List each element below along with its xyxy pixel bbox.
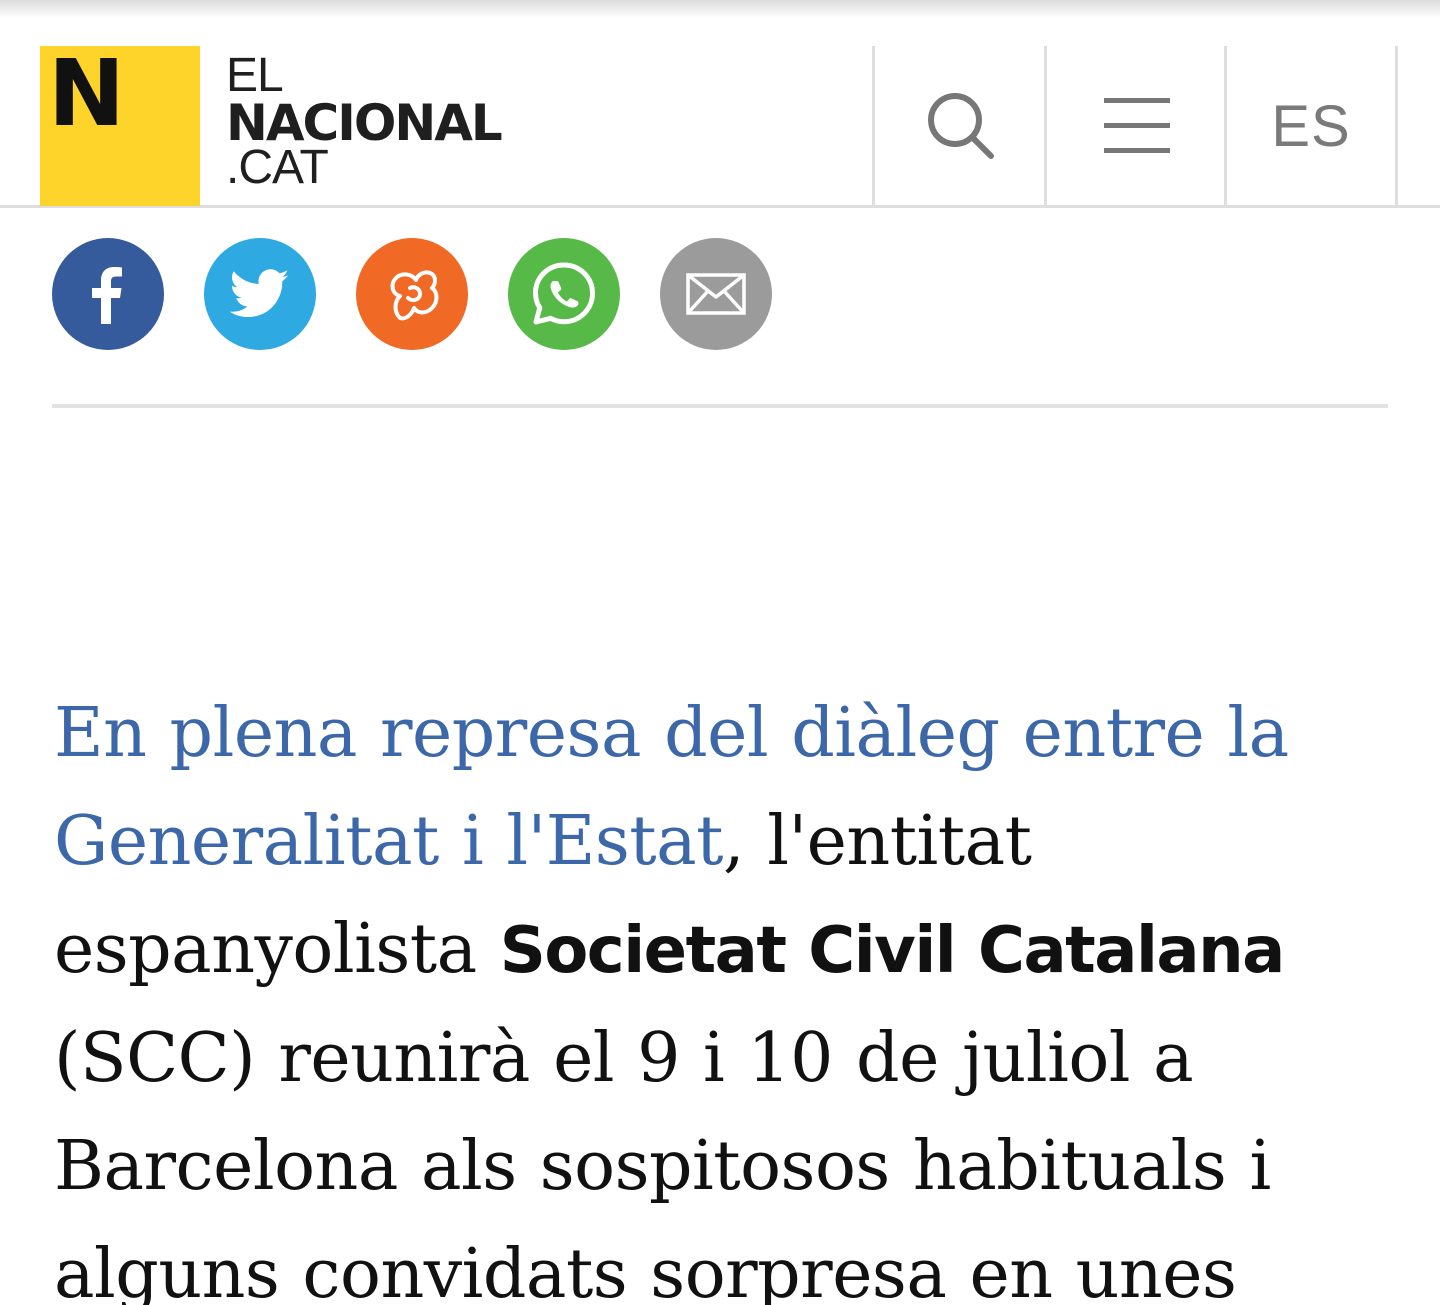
email-icon — [686, 273, 746, 315]
share-meneame-button[interactable] — [356, 238, 468, 350]
site-header: N EL NACIONAL .CAT ES — [0, 0, 1440, 208]
share-whatsapp-button[interactable] — [508, 238, 620, 350]
share-email-button[interactable] — [660, 238, 772, 350]
logo-wordmark[interactable]: EL NACIONAL .CAT — [226, 49, 503, 194]
whatsapp-icon — [533, 262, 595, 325]
logo-line-nacional: NACIONAL — [226, 94, 503, 152]
logo-mark-letter: N — [48, 40, 125, 147]
hamburger-menu-icon — [1103, 98, 1170, 153]
logo-mark[interactable]: N — [40, 40, 200, 206]
logo-line-el: EL — [226, 49, 284, 102]
share-facebook-button[interactable] — [52, 238, 164, 350]
language-switch-button[interactable]: ES — [1224, 46, 1398, 206]
meneame-icon — [390, 270, 439, 321]
search-button[interactable] — [872, 46, 1046, 206]
article-paragraph: En plena represa del diàleg entre la Gen… — [54, 680, 1394, 1305]
twitter-icon — [230, 269, 289, 317]
share-divider — [52, 404, 1388, 408]
article-link[interactable]: En plena represa del diàleg entre la Gen… — [54, 694, 1289, 881]
facebook-icon — [92, 267, 122, 324]
language-label: ES — [1271, 93, 1351, 159]
search-icon — [927, 93, 994, 159]
menu-button[interactable] — [1044, 46, 1226, 206]
article-text-rest: (SCC) reunirà el 9 i 10 de juliol a Barc… — [54, 1019, 1271, 1305]
share-twitter-button[interactable] — [204, 238, 316, 350]
article-bold-entity: Societat Civil Catalana — [499, 914, 1286, 988]
logo-line-cat: .CAT — [226, 141, 329, 194]
share-bar — [52, 238, 772, 350]
